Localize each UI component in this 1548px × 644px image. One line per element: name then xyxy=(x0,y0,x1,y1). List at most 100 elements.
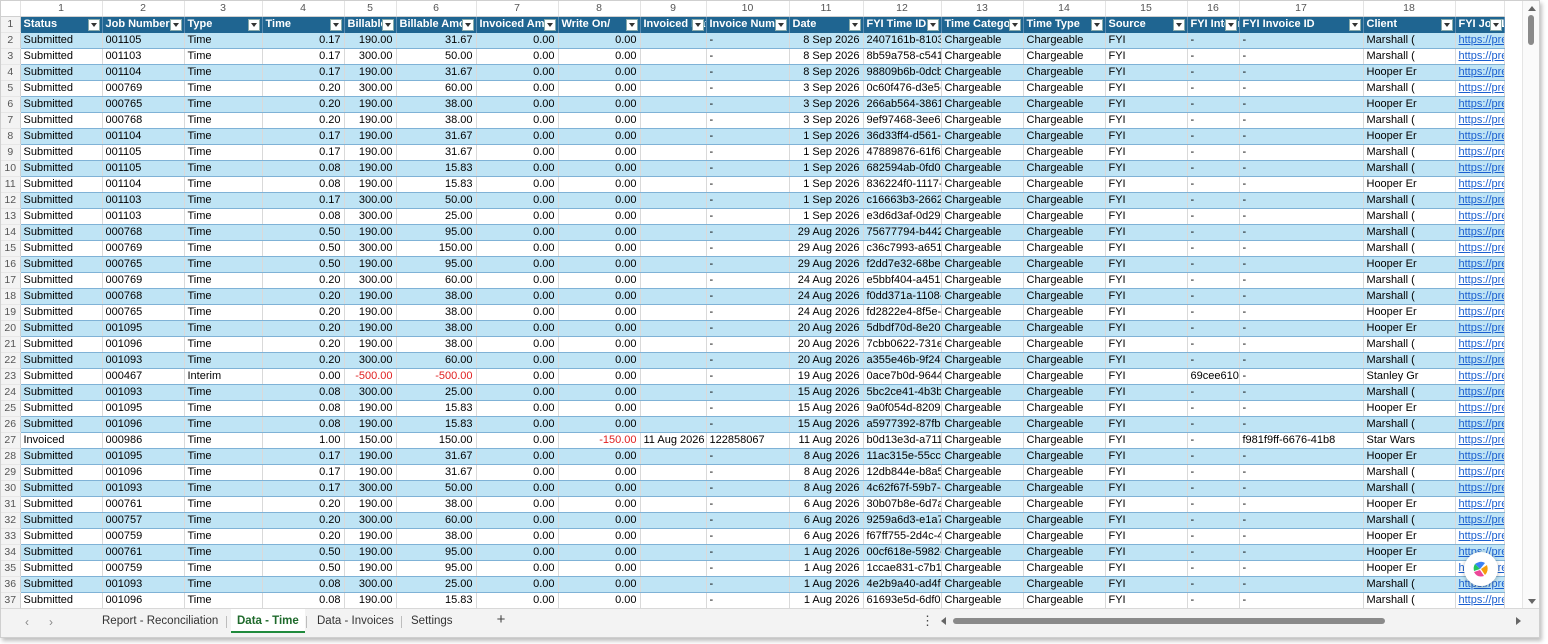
table-cell[interactable]: 0.20 xyxy=(262,304,345,321)
table-cell[interactable]: - xyxy=(1239,160,1364,177)
table-cell[interactable]: 001096 xyxy=(102,464,185,481)
table-cell[interactable]: 15.83 xyxy=(396,416,477,433)
table-cell[interactable]: 61693e5d-6df0-4 xyxy=(863,592,942,608)
table-cell[interactable]: 190.00 xyxy=(344,224,397,241)
table-cell[interactable]: Chargeable xyxy=(1023,288,1106,305)
table-cell[interactable]: Submitted xyxy=(20,352,103,369)
table-cell[interactable]: 0.00 xyxy=(558,528,641,545)
table-cell[interactable]: 0.00 xyxy=(476,160,559,177)
row-number[interactable]: 5 xyxy=(1,80,21,97)
table-cell[interactable]: Chargeable xyxy=(941,32,1024,49)
table-cell[interactable]: 31.67 xyxy=(396,448,477,465)
row-number[interactable]: 26 xyxy=(1,416,21,433)
table-cell[interactable]: - xyxy=(706,464,790,481)
table-cell[interactable]: - xyxy=(706,496,790,513)
table-cell[interactable]: - xyxy=(1239,176,1364,193)
table-cell[interactable]: 0.00 xyxy=(558,192,641,209)
table-cell[interactable]: 0.08 xyxy=(262,176,345,193)
table-cell[interactable]: 0.50 xyxy=(262,224,345,241)
table-cell[interactable]: 3 Sep 2026 xyxy=(789,96,864,113)
table-cell[interactable]: -500.00 xyxy=(344,368,397,385)
table-cell[interactable]: e5bbf404-a451-4 xyxy=(863,272,942,289)
table-cell[interactable]: 0.00 xyxy=(476,336,559,353)
table-cell[interactable]: 190.00 xyxy=(344,256,397,273)
table-cell[interactable]: Chargeable xyxy=(1023,560,1106,577)
table-cell[interactable]: 001103 xyxy=(102,208,185,225)
job-link-cell[interactable]: https://preprod.fyi.a xyxy=(1455,432,1505,449)
table-cell[interactable]: 38.00 xyxy=(396,304,477,321)
table-cell[interactable]: - xyxy=(1239,576,1364,593)
table-cell[interactable]: Time xyxy=(184,336,263,353)
table-cell[interactable]: Time xyxy=(184,464,263,481)
table-cell[interactable]: 0.00 xyxy=(476,224,559,241)
table-cell[interactable]: Hooper Er xyxy=(1363,560,1456,577)
table-cell[interactable]: 000986 xyxy=(102,432,185,449)
table-cell[interactable]: 0.20 xyxy=(262,496,345,513)
table-cell[interactable]: 95.00 xyxy=(396,224,477,241)
table-cell[interactable]: 31.67 xyxy=(396,128,477,145)
table-cell[interactable]: Chargeable xyxy=(941,64,1024,81)
table-cell[interactable]: - xyxy=(706,336,790,353)
job-link-cell[interactable]: https://preprod.fyi.a xyxy=(1455,352,1505,369)
table-cell[interactable]: Submitted xyxy=(20,544,103,561)
table-cell[interactable]: 0.00 xyxy=(476,416,559,433)
table-cell[interactable]: 24 Aug 2026 xyxy=(789,272,864,289)
table-cell[interactable]: Marshall ( xyxy=(1363,240,1456,257)
job-link-cell[interactable]: https://preprod.fyi.a xyxy=(1455,32,1505,49)
table-cell[interactable]: 8 Aug 2026 xyxy=(789,448,864,465)
table-cell[interactable]: Submitted xyxy=(20,224,103,241)
table-cell[interactable]: 0.08 xyxy=(262,160,345,177)
table-cell[interactable]: Chargeable xyxy=(1023,64,1106,81)
table-cell[interactable]: 000759 xyxy=(102,560,185,577)
table-cell[interactable]: Time xyxy=(184,80,263,97)
table-cell[interactable]: - xyxy=(706,48,790,65)
table-cell[interactable]: 001104 xyxy=(102,64,185,81)
job-link-cell[interactable]: https://preprod.fyi.a xyxy=(1455,80,1505,97)
table-cell[interactable]: 001093 xyxy=(102,576,185,593)
table-cell[interactable]: a355e46b-9f24-4 xyxy=(863,352,942,369)
job-link-cell[interactable]: https://preprod.fyi.a xyxy=(1455,128,1505,145)
table-cell[interactable]: - xyxy=(706,304,790,321)
table-cell[interactable]: 29 Aug 2026 xyxy=(789,256,864,273)
table-cell[interactable] xyxy=(640,352,707,369)
table-cell[interactable]: - xyxy=(706,112,790,129)
table-cell[interactable]: 1.00 xyxy=(262,432,345,449)
table-cell[interactable]: Time xyxy=(184,560,263,577)
column-number[interactable]: 9 xyxy=(640,1,707,17)
table-cell[interactable]: 0.00 xyxy=(558,448,641,465)
table-cell[interactable]: Chargeable xyxy=(941,304,1024,321)
table-cell[interactable] xyxy=(640,480,707,497)
table-cell[interactable]: Time xyxy=(184,544,263,561)
row-number[interactable]: 11 xyxy=(1,176,21,193)
job-link-cell[interactable]: https://preprod.fyi.a xyxy=(1455,96,1505,113)
table-cell[interactable]: - xyxy=(706,128,790,145)
table-cell[interactable] xyxy=(640,544,707,561)
table-cell[interactable]: - xyxy=(1239,528,1364,545)
row-number[interactable]: 1 xyxy=(1,16,21,33)
table-cell[interactable]: Submitted xyxy=(20,288,103,305)
column-number[interactable]: 3 xyxy=(184,1,263,17)
table-cell[interactable]: Submitted xyxy=(20,272,103,289)
table-cell[interactable]: Chargeable xyxy=(941,384,1024,401)
table-cell[interactable]: 0.17 xyxy=(262,48,345,65)
table-cell[interactable]: - xyxy=(1239,304,1364,321)
table-cell[interactable]: 7cbb0622-731e-4 xyxy=(863,336,942,353)
table-cell[interactable]: 190.00 xyxy=(344,336,397,353)
tab-data-time[interactable]: Data - Time xyxy=(231,609,305,633)
table-cell[interactable]: 11 Aug 2026 xyxy=(789,432,864,449)
job-link-cell[interactable]: https://preprod.fyi.a xyxy=(1455,384,1505,401)
table-cell[interactable]: 1 Aug 2026 xyxy=(789,592,864,608)
table-cell[interactable]: 0.00 xyxy=(558,176,641,193)
table-cell[interactable] xyxy=(640,128,707,145)
table-cell[interactable]: - xyxy=(1239,32,1364,49)
table-cell[interactable]: 69cee610-b8cb-416e-94fc xyxy=(1187,368,1240,385)
table-cell[interactable]: 000765 xyxy=(102,304,185,321)
table-cell[interactable] xyxy=(640,496,707,513)
table-cell[interactable]: 150.00 xyxy=(344,432,397,449)
table-cell[interactable]: 0.00 xyxy=(476,432,559,449)
table-cell[interactable]: 0.00 xyxy=(558,352,641,369)
tab-next-icon[interactable]: › xyxy=(43,614,59,630)
row-number[interactable]: 32 xyxy=(1,512,21,529)
table-cell[interactable]: 95.00 xyxy=(396,544,477,561)
table-cell[interactable]: Submitted xyxy=(20,320,103,337)
